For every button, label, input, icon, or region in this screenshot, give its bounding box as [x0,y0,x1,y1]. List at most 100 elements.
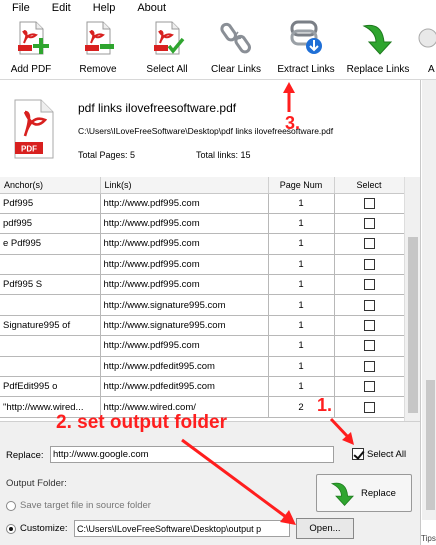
checkbox-checked-icon[interactable] [352,448,364,460]
right-pane-scrollbar[interactable] [422,80,436,520]
page-cell: 1 [268,193,335,214]
pdf-file-icon: PDF [14,99,54,159]
table-scrollbar[interactable] [404,177,420,421]
remove-label: Remove [79,64,117,75]
green-arrow-icon [362,24,393,55]
customize-radio-option[interactable]: Customize: [6,523,68,534]
right-side-pane [420,80,436,545]
anchor-cell: Pdf995 S [0,274,101,296]
table-row[interactable]: Signature995 of http://www.signature995.c… [0,315,404,337]
link-cell: http://www.pdf995.com [100,193,269,214]
page-cell: 1 [268,294,335,316]
link-column-header[interactable]: Link(s) [100,177,269,194]
open-folder-button[interactable]: Open... [296,518,354,539]
page-cell: 1 [268,274,335,296]
save-source-radio-option[interactable]: Save target file in source folder [6,500,151,511]
link-cell: http://www.pdf995.com [100,213,269,235]
link-cell: http://www.pdfedit995.com [100,376,269,398]
link-cell: http://www.pdf995.com [100,254,269,276]
extract-links-button[interactable]: Extract Links [274,18,338,78]
chain-break-icon [220,22,251,54]
table-scrollbar-thumb[interactable] [408,237,418,413]
table-row[interactable]: http://www.pdf995.com 1 [0,335,404,357]
select-all-checkbox[interactable]: Select All [352,444,414,464]
table-row[interactable]: http://www.pdf995.com 1 [0,254,404,276]
table-row[interactable]: Pdf995 http://www.pdf995.com 1 [0,193,404,214]
anchor-cell: Pdf995 [0,193,101,214]
replace-links-button[interactable]: Replace Links [344,18,412,78]
links-table-container: Anchor(s) Link(s) Page Num Select Pdf995… [0,177,404,421]
replace-links-label: Replace Links [346,64,410,75]
tips-label: Tips [421,534,436,543]
green-arrow-icon [330,482,354,507]
svg-text:PDF: PDF [21,145,37,154]
customize-radio[interactable] [6,523,16,534]
anchor-cell: pdf995 [0,213,101,235]
save-source-label: Save target file in source folder [20,500,151,511]
replace-url-input[interactable] [50,446,334,463]
output-path-input[interactable] [74,520,290,537]
row-select-checkbox[interactable] [363,197,375,209]
bottom-panel: Replace: Select All Output Folder: Save … [0,421,420,545]
replace-label: Replace: [6,450,44,461]
add-pdf-button[interactable]: Add PDF [6,18,56,78]
annotation-step-2: 2. set output folder [56,412,227,433]
pdf-select-all-icon [154,21,185,55]
menu-about[interactable]: About [137,1,166,15]
about-button[interactable]: A [418,18,436,78]
row-select-checkbox[interactable] [363,381,375,393]
right-pane-scrollbar-thumb[interactable] [426,380,435,510]
replace-button-label: Replace [361,488,396,499]
row-select-checkbox[interactable] [363,340,375,352]
page-cell: 1 [268,335,335,357]
row-select-checkbox[interactable] [363,360,375,372]
anchor-cell [0,254,101,276]
row-select-checkbox[interactable] [363,218,375,230]
total-pages: Total Pages: 5 [78,150,136,160]
row-select-checkbox[interactable] [363,320,375,332]
page-cell: 1 [268,213,335,235]
table-row[interactable]: http://www.signature995.com 1 [0,294,404,316]
annotation-step-1: 1. [317,395,333,415]
menu-help[interactable]: Help [93,1,116,15]
clear-links-label: Clear Links [210,64,262,75]
menu-file[interactable]: File [12,1,30,15]
page-cell: 1 [268,233,335,255]
save-source-radio[interactable] [6,500,16,511]
page-cell: 1 [268,254,335,276]
pdf-file-name: pdf links ilovefreesoftware.pdf [78,101,237,115]
link-cell: http://www.signature995.com [100,294,269,316]
pdf-info-panel: PDF pdf links ilovefreesoftware.pdf C:\U… [0,80,420,176]
table-row[interactable]: Pdf995 Shttp://www.pdf995.com 1 [0,274,404,296]
link-cell: http://www.pdf995.com [100,335,269,357]
anchor-cell [0,356,101,378]
anchor-column-header[interactable]: Anchor(s) [0,177,101,194]
page-num-column-header[interactable]: Page Num [268,177,335,194]
toolbar: Add PDF Remove Select All Clear Links Ex… [0,16,436,80]
pdf-add-icon [18,21,49,55]
row-select-checkbox[interactable] [363,258,375,270]
remove-button[interactable]: Remove [70,18,126,78]
about-label: A [428,64,435,75]
row-select-checkbox[interactable] [363,299,375,311]
row-select-checkbox[interactable] [363,401,375,413]
table-row[interactable]: http://www.pdfedit995.com 1 [0,356,404,378]
menu-edit[interactable]: Edit [52,1,71,15]
customize-label: Customize: [20,523,68,534]
select-all-toolbar-button[interactable]: Select All [140,18,194,78]
row-select-checkbox[interactable] [363,238,375,250]
output-folder-label: Output Folder: [6,478,67,489]
anchor-cell: Signature995 of [0,315,101,337]
extract-links-label: Extract Links [277,64,335,75]
table-row[interactable]: e Pdf995 http://www.pdf995.com 1 [0,233,404,255]
page-cell: 1 [268,376,335,398]
row-select-checkbox[interactable] [363,279,375,291]
pdf-remove-icon [85,21,114,55]
replace-button[interactable]: Replace [316,474,412,512]
table-row[interactable]: PdfEdit995 o http://www.pdfedit995.com 1 [0,376,404,398]
select-column-header[interactable]: Select [334,177,404,194]
table-row[interactable]: pdf995 http://www.pdf995.com 1 [0,213,404,235]
clear-links-button[interactable]: Clear Links [208,18,264,78]
link-cell: http://www.pdf995.com [100,233,269,255]
total-links: Total links: 15 [196,150,251,160]
